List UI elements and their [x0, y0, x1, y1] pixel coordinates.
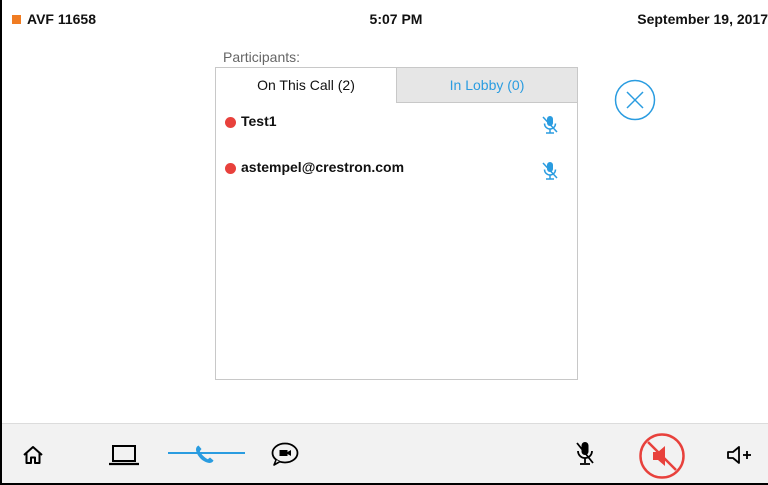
home-icon[interactable]: [22, 444, 44, 466]
tab-in-lobby[interactable]: In Lobby (0): [396, 68, 577, 103]
close-icon[interactable]: [614, 79, 656, 121]
video-chat-icon[interactable]: [270, 441, 300, 467]
participant-name: Test1: [241, 113, 277, 129]
active-nav-indicator: [168, 452, 245, 454]
clock: 5:07 PM: [369, 11, 423, 27]
date: September 19, 2017: [637, 11, 768, 27]
mic-muted-icon[interactable]: [574, 440, 596, 468]
participants-tabs: On This Call (2) In Lobby (0): [216, 68, 577, 103]
tab-on-this-call[interactable]: On This Call (2): [216, 68, 396, 103]
laptop-icon[interactable]: [108, 443, 140, 467]
status-bar: AVF 11658 5:07 PM September 19, 2017: [0, 0, 768, 36]
participant-row[interactable]: astempel@crestron.com: [216, 149, 577, 195]
touch-panel-screen: AVF 11658 5:07 PM September 19, 2017 Par…: [0, 0, 768, 485]
speaker-muted-icon[interactable]: [638, 432, 686, 480]
participants-title: Participants:: [223, 49, 301, 65]
bottom-nav-bar: [0, 423, 768, 485]
participant-status-dot: [225, 117, 236, 128]
participants-panel: On This Call (2) In Lobby (0) Test1 aste…: [215, 67, 578, 380]
room-name: AVF 11658: [27, 11, 97, 27]
room-status-square-icon: [12, 14, 21, 24]
mic-muted-icon[interactable]: [541, 161, 559, 181]
phone-icon[interactable]: [192, 443, 216, 467]
room-indicator: AVF 11658: [12, 11, 96, 27]
volume-up-icon[interactable]: [726, 444, 754, 466]
participant-row[interactable]: Test1: [216, 103, 577, 149]
mic-muted-icon[interactable]: [541, 115, 559, 135]
participant-status-dot: [225, 163, 236, 174]
participant-name: astempel@crestron.com: [241, 159, 405, 175]
participant-list: Test1 astempel@crestron.com: [216, 103, 577, 195]
